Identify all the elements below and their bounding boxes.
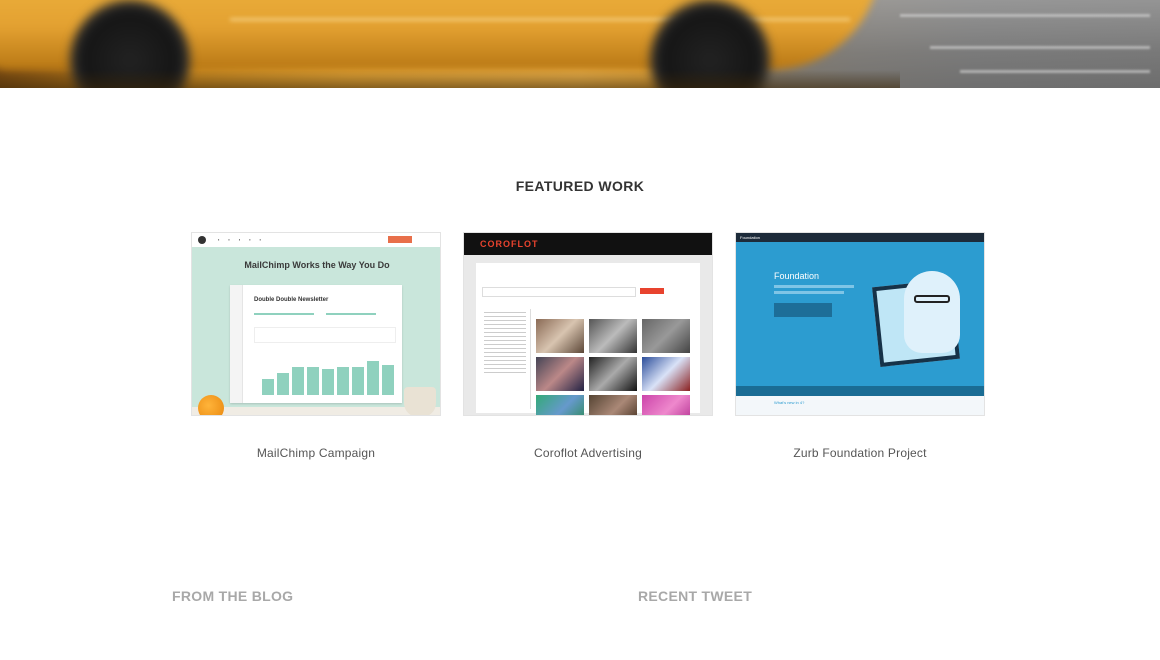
featured-card-coroflot[interactable]: COROFLOT Coroflot Advertising [463,232,713,460]
card-caption[interactable]: Zurb Foundation Project [735,446,985,460]
coroflot-logo: COROFLOT [480,239,539,249]
recent-tweet-heading: RECENT TWEET [638,588,753,604]
lemon-image [198,395,224,415]
mailchimp-thumbnail[interactable]: ▪▪▪▪▪ MailChimp Works the Way You Do Dou… [191,232,441,416]
featured-work-heading: FEATURED WORK [515,178,645,194]
card-caption[interactable]: MailChimp Campaign [191,446,441,460]
dashboard-panel: Double Double Newsletter [230,285,402,403]
featured-card-foundation[interactable]: Foundation Foundation What's new in 4? Z… [735,232,985,460]
coroflot-thumbnail[interactable]: COROFLOT [463,232,713,416]
card-caption[interactable]: Coroflot Advertising [463,446,713,460]
thumbnail-headline: MailChimp Works the Way You Do [244,260,390,270]
yeti-mascot-image [904,271,960,353]
from-the-blog-heading: FROM THE BLOG [172,588,294,604]
mailchimp-logo-icon [198,236,206,244]
foundation-thumbnail[interactable]: Foundation Foundation What's new in 4? [735,232,985,416]
foundation-title: Foundation [774,271,820,281]
plant-cup-image [404,387,436,415]
glasses-icon [914,295,950,303]
search-box [482,287,636,297]
featured-card-mailchimp[interactable]: ▪▪▪▪▪ MailChimp Works the Way You Do Dou… [191,232,441,460]
hero-banner-image [0,0,1160,88]
